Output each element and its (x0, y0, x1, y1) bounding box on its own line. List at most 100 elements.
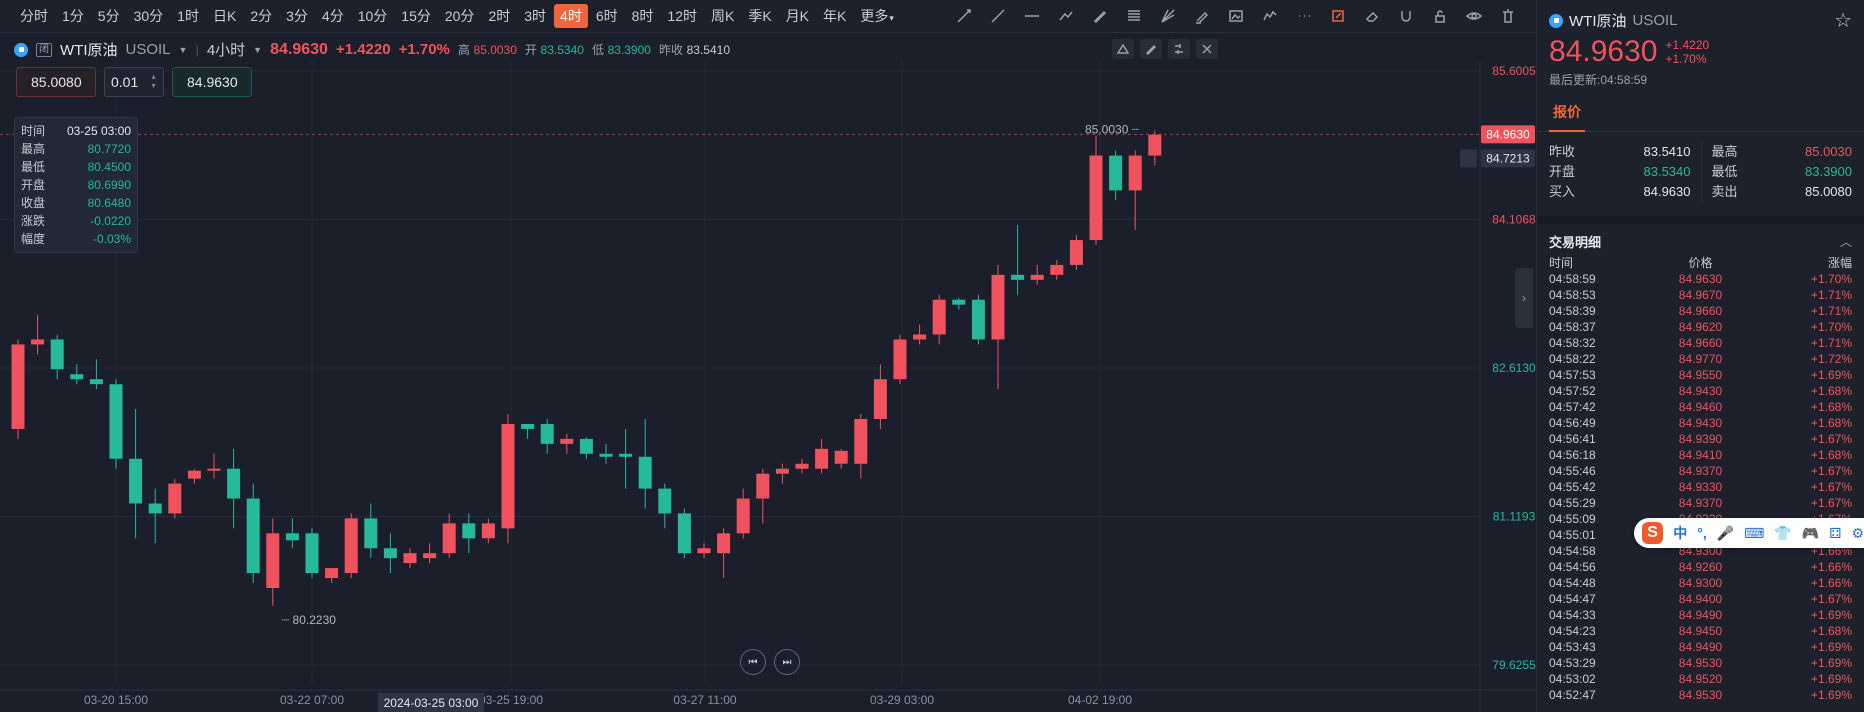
symbol-code[interactable]: USOIL (126, 41, 171, 58)
period-tab-22[interactable]: 更多▾ (854, 4, 900, 28)
candle-body[interactable] (736, 498, 750, 534)
period-tab-7[interactable]: 3分 (280, 4, 314, 28)
candle-body[interactable] (971, 299, 985, 340)
period-tab-20[interactable]: 月K (780, 4, 815, 28)
highlighter-icon[interactable] (1190, 5, 1214, 27)
candle-body[interactable] (344, 518, 358, 574)
ime-item-icon[interactable]: ⌨ (1744, 525, 1764, 542)
candle-body[interactable] (795, 463, 809, 469)
candlestick-chart[interactable]: 85.6005 84.1068 82.6130 81.1193 79.6255 03-20… (0, 33, 1536, 712)
collapse-panel-button[interactable]: › (1515, 268, 1533, 328)
candle-body[interactable] (991, 274, 1005, 340)
tab-quote[interactable]: 报价 (1549, 102, 1585, 132)
candle-body[interactable] (599, 453, 613, 457)
candle-body[interactable] (129, 458, 143, 504)
candle-body[interactable] (677, 513, 691, 554)
period-tab-10[interactable]: 15分 (395, 4, 437, 28)
trend-line-icon[interactable] (986, 5, 1010, 27)
ray-icon[interactable] (952, 5, 976, 27)
candle-body[interactable] (423, 553, 437, 559)
candle-body[interactable] (325, 568, 339, 579)
buy-price-button[interactable]: 84.9630 (172, 67, 252, 97)
more-caret-icon[interactable]: ▾ (889, 13, 894, 23)
period-tab-4[interactable]: 1时 (171, 4, 205, 28)
image-icon[interactable] (1224, 5, 1248, 27)
ime-item-icon[interactable]: °, (1697, 525, 1707, 541)
quantity-stepper[interactable]: 0.01 ▲ ▼ (104, 67, 164, 97)
period-tab-14[interactable]: 4时 (554, 4, 588, 28)
ime-item-icon[interactable]: 👕 (1774, 525, 1791, 542)
period-tab-18[interactable]: 周K (705, 4, 740, 28)
symbol-dropdown-icon[interactable]: ▼ (179, 45, 188, 55)
trades-list[interactable]: 04:58:59 84.9630 +1.70% 04:58:53 84.9670 +1.7… (1537, 271, 1864, 703)
ime-item-icon[interactable]: ⚃ (1829, 525, 1841, 542)
more-dots-icon[interactable] (1292, 5, 1316, 27)
scroll-end-button[interactable]: ⏭ (774, 649, 800, 675)
candle-body[interactable] (246, 498, 260, 574)
period-tab-5[interactable]: 日K (207, 4, 242, 28)
candle-body[interactable] (266, 533, 280, 589)
candle-body[interactable] (913, 334, 927, 340)
candle-body[interactable] (1128, 155, 1142, 191)
scroll-start-button[interactable]: ⏮ (740, 649, 766, 675)
candle-body[interactable] (89, 379, 103, 385)
candle-body[interactable] (187, 470, 201, 479)
candle-body[interactable] (462, 523, 476, 539)
chart-area[interactable]: 85.6005 84.1068 82.6130 81.1193 79.6255 03-20… (0, 33, 1536, 712)
collapse-chevron-icon[interactable]: ︿ (1840, 233, 1852, 250)
candle-body[interactable] (834, 450, 848, 464)
lock-icon[interactable] (1428, 5, 1452, 27)
candle-body[interactable] (540, 423, 554, 444)
candle-body[interactable] (579, 438, 593, 454)
candle-body[interactable] (560, 438, 574, 444)
period-tab-15[interactable]: 6时 (590, 4, 624, 28)
candle-body[interactable] (1011, 274, 1025, 280)
sell-price-button[interactable]: 85.0080 (16, 67, 96, 97)
ime-logo-icon[interactable]: S (1642, 522, 1664, 544)
note-icon[interactable] (1326, 5, 1350, 27)
spin-arrows-icon[interactable]: ▲ ▼ (150, 73, 157, 91)
candle-body[interactable] (658, 488, 672, 514)
ime-item-icon[interactable]: 🎤 (1717, 525, 1734, 542)
pen-icon[interactable] (1088, 5, 1112, 27)
eye-icon[interactable] (1462, 5, 1486, 27)
candle-body[interactable] (227, 468, 241, 499)
candle-body[interactable] (1050, 264, 1064, 275)
period-tab-13[interactable]: 3时 (518, 4, 552, 28)
quantity-value[interactable]: 0.01 (111, 74, 138, 90)
candle-body[interactable] (168, 483, 182, 514)
period-tab-1[interactable]: 1分 (56, 4, 90, 28)
candle-body[interactable] (501, 423, 515, 529)
period-tab-0[interactable]: 分时 (14, 4, 54, 28)
eraser-icon[interactable] (1360, 5, 1384, 27)
candle-body[interactable] (403, 553, 417, 564)
ime-toolbar[interactable]: S 中 °, 🎤 ⌨ 👕 🎮 ⚃ ⚙ (1634, 518, 1864, 548)
candle-body[interactable] (1089, 155, 1103, 241)
period-tab-11[interactable]: 20分 (439, 4, 481, 28)
candle-body[interactable] (1069, 240, 1083, 265)
candle-body[interactable] (854, 418, 868, 464)
candle-body[interactable] (697, 548, 711, 554)
period-tab-17[interactable]: 12时 (661, 4, 703, 28)
candle-body[interactable] (893, 339, 907, 380)
candle-body[interactable] (70, 374, 84, 380)
candle-body[interactable] (481, 523, 495, 539)
ime-item-icon[interactable]: 中 (1673, 523, 1687, 543)
path-icon[interactable] (1258, 5, 1282, 27)
close-icon[interactable] (1196, 39, 1218, 59)
candle-body[interactable] (31, 339, 45, 345)
candle-body[interactable] (1030, 274, 1044, 280)
candle-body[interactable] (932, 299, 946, 335)
candle-body[interactable] (521, 423, 535, 429)
trash-icon[interactable] (1496, 5, 1520, 27)
candle-body[interactable] (1148, 134, 1162, 156)
triangle-icon[interactable] (1112, 39, 1134, 59)
candle-body[interactable] (638, 456, 652, 489)
candle-body[interactable] (775, 468, 789, 474)
period-tab-12[interactable]: 2时 (482, 4, 516, 28)
candle-body[interactable] (952, 299, 966, 305)
period-tab-8[interactable]: 4分 (316, 4, 350, 28)
candle-body[interactable] (619, 453, 633, 457)
period-tab-6[interactable]: 2分 (244, 4, 278, 28)
compare-icon[interactable] (1168, 39, 1190, 59)
